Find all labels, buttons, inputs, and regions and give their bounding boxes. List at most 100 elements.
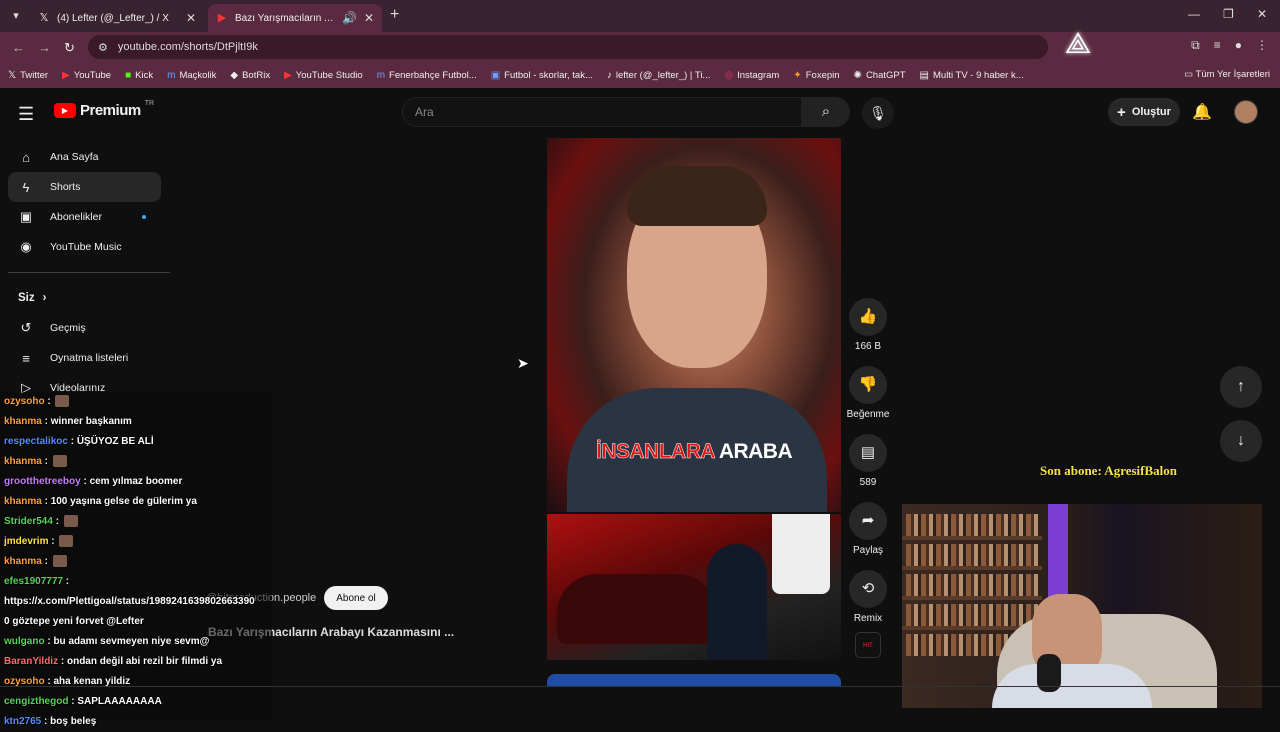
close-window-icon[interactable]: ✕ [1257,7,1267,21]
tab-youtube[interactable]: ▶ Bazı Yarışmacıların Arabayı 🔊 ✕ [208,4,382,32]
chat-emote-icon [63,515,78,528]
share-button[interactable]: ➦ Paylaş [846,502,890,556]
extensions-icon[interactable]: ⧉ [1191,38,1200,53]
audio-icon[interactable]: 🔊 [342,11,357,25]
chat-separator: : [58,656,67,667]
new-tab-button[interactable]: + [390,6,399,24]
bookmark-fenerbahce[interactable]: m Fenerbahçe Futbol... [377,70,477,81]
home-icon: ⌂ [22,149,30,165]
shorts-video-player[interactable]: İNSANLARA ARABA [547,138,841,512]
next-short-button[interactable]: ↓ [1220,420,1262,462]
bookshelf [906,604,1038,626]
chat-username: khanma [4,496,42,507]
youtube-play-icon: ▶ [54,103,76,118]
notifications-icon[interactable]: 🔔 [1192,102,1212,122]
subscribe-button[interactable]: Abone ol [324,586,388,610]
playlist-icon: ≡ [22,350,30,366]
bookmark-youtube-studio[interactable]: ▶ YouTube Studio [284,70,363,81]
bookmark-instagram[interactable]: ◎ Instagram [724,70,779,81]
site-info-icon[interactable]: ⚙ [98,41,108,54]
sidebar-item-home[interactable]: ⌂ Ana Sayfa [8,142,178,172]
reload-icon[interactable]: ↻ [64,40,75,56]
dislike-button[interactable]: 👎 Beğenme [846,366,890,420]
youtube-icon: ▶ [62,69,70,81]
youtube-logo[interactable]: ▶ Premium TR [54,100,154,119]
thumbnail-person [772,514,830,594]
minimize-icon[interactable]: — [1188,7,1200,21]
chat-emote-icon [55,395,70,408]
bookmark-label: Futbol - skorlar, tak... [504,69,593,81]
comments-button[interactable]: ▤ 589 [846,434,890,488]
bookmark-futbol[interactable]: ▣ Futbol - skorlar, tak... [491,70,593,81]
chat-message: khanma : [4,452,272,472]
sidebar-section-you[interactable]: Siz › [8,283,178,313]
bookmark-chatgpt[interactable]: ✺ ChatGPT [854,70,906,81]
sidebar-item-music[interactable]: ◉ YouTube Music [8,232,178,262]
menu-icon[interactable]: ☰ [18,104,34,125]
remix-button[interactable]: ⟲ Remix [846,570,890,624]
new-content-dot [141,215,146,219]
bookmark-label: BotRix [242,69,271,81]
profile-icon[interactable]: ● [1235,38,1242,53]
close-tab-icon[interactable]: ✕ [364,11,374,25]
microphone-icon[interactable]: 🎙 [862,97,894,129]
tab-search-icon[interactable]: ▾ [6,6,26,26]
url-bar[interactable]: ⚙ youtube.com/shorts/DtPjltI9k [88,35,1048,59]
chat-text: ÜŞÜYOZ BE ALİ [76,436,154,447]
menu-icon[interactable]: ⋮ [1256,38,1268,53]
action-bar: 👍 166 B 👎 Beğenme ▤ 589 ➦ Paylaş ⟲ Remix [846,298,890,638]
forward-icon[interactable]: → [38,40,51,55]
bookmark-botrix[interactable]: ◆ BotRix [230,70,270,81]
video-figure-hair [627,166,767,226]
avatar[interactable] [1234,100,1258,124]
previous-short-button[interactable]: ↑ [1220,366,1262,408]
media-icon[interactable]: ≡ [1214,38,1221,53]
chat-text: cem yılmaz boomer [89,476,183,487]
bookmark-twitter[interactable]: 𝕏 Twitter [8,70,48,81]
tab-x[interactable]: 𝕏 (4) Lefter (@_Lefter_) / X ✕ [30,4,204,32]
next-short-thumbnail[interactable] [547,514,841,660]
bookmark-foxepin[interactable]: ✦ Foxepin [793,70,839,81]
divider [8,272,170,273]
sidebar-item-playlists[interactable]: ≡ Oynatma listeleri [8,343,178,373]
chat-username: Strider544 [4,516,53,527]
bookmark-label: Fenerbahçe Futbol... [389,69,477,81]
like-button[interactable]: 👍 166 B [846,298,890,352]
chat-username: ozysoho [4,396,45,407]
bookmark-label: Twitter [20,69,49,81]
next-short-preview[interactable] [547,674,841,686]
caption-red: İNSANLARA [595,440,715,464]
share-label: Paylaş [852,545,883,556]
restore-icon[interactable]: ❐ [1223,7,1234,21]
channel-avatar-icon[interactable]: HIT [855,632,881,658]
bookmark-label: ChatGPT [865,69,906,81]
close-tab-icon[interactable]: ✕ [186,11,196,25]
chat-message: https://x.com/Plettigoal/status/19892416… [4,592,272,612]
remix-label: Remix [853,613,883,624]
bookmark-label: Maçkolik [179,69,217,81]
bookmark-tiktok[interactable]: ♪ lefter (@_lefter_) | Ti... [607,70,710,81]
chat-message: ozysoho : [4,392,272,412]
subscriptions-icon: ▣ [19,209,33,224]
bookmark-kick[interactable]: ■ Kick [125,70,153,81]
search-icon[interactable]: ⌕ [802,97,850,127]
chat-separator: : [68,696,78,707]
search-input[interactable]: Ara [402,97,802,127]
last-subscriber-label: Son abone: AgresifBalon [1040,463,1178,478]
multitv-icon: ▤ [919,69,929,81]
sidebar-item-history[interactable]: ↺ Geçmiş [8,313,178,343]
bookmark-mackolik[interactable]: m Maçkolik [167,70,216,81]
sidebar-item-label: YouTube Music [50,241,122,253]
bookmark-youtube[interactable]: ▶ YouTube [62,70,111,81]
sidebar-item-shorts[interactable]: ϟ Shorts [8,172,161,202]
back-icon[interactable]: ← [12,40,25,55]
instagram-icon: ◎ [724,69,734,81]
url-text: youtube.com/shorts/DtPjltI9k [117,41,258,53]
all-bookmarks[interactable]: ▭ Tüm Yer İşaretleri [1184,69,1270,80]
history-icon: ↺ [20,320,32,335]
shorts-icon: ϟ [22,179,30,195]
sidebar-item-label: Abonelikler [50,211,102,223]
bookmark-multitv[interactable]: ▤ Multi TV - 9 haber k... [920,70,1024,81]
create-button[interactable]: + Oluştur [1108,98,1180,126]
sidebar-item-subscriptions[interactable]: ▣ Abonelikler [8,202,178,232]
